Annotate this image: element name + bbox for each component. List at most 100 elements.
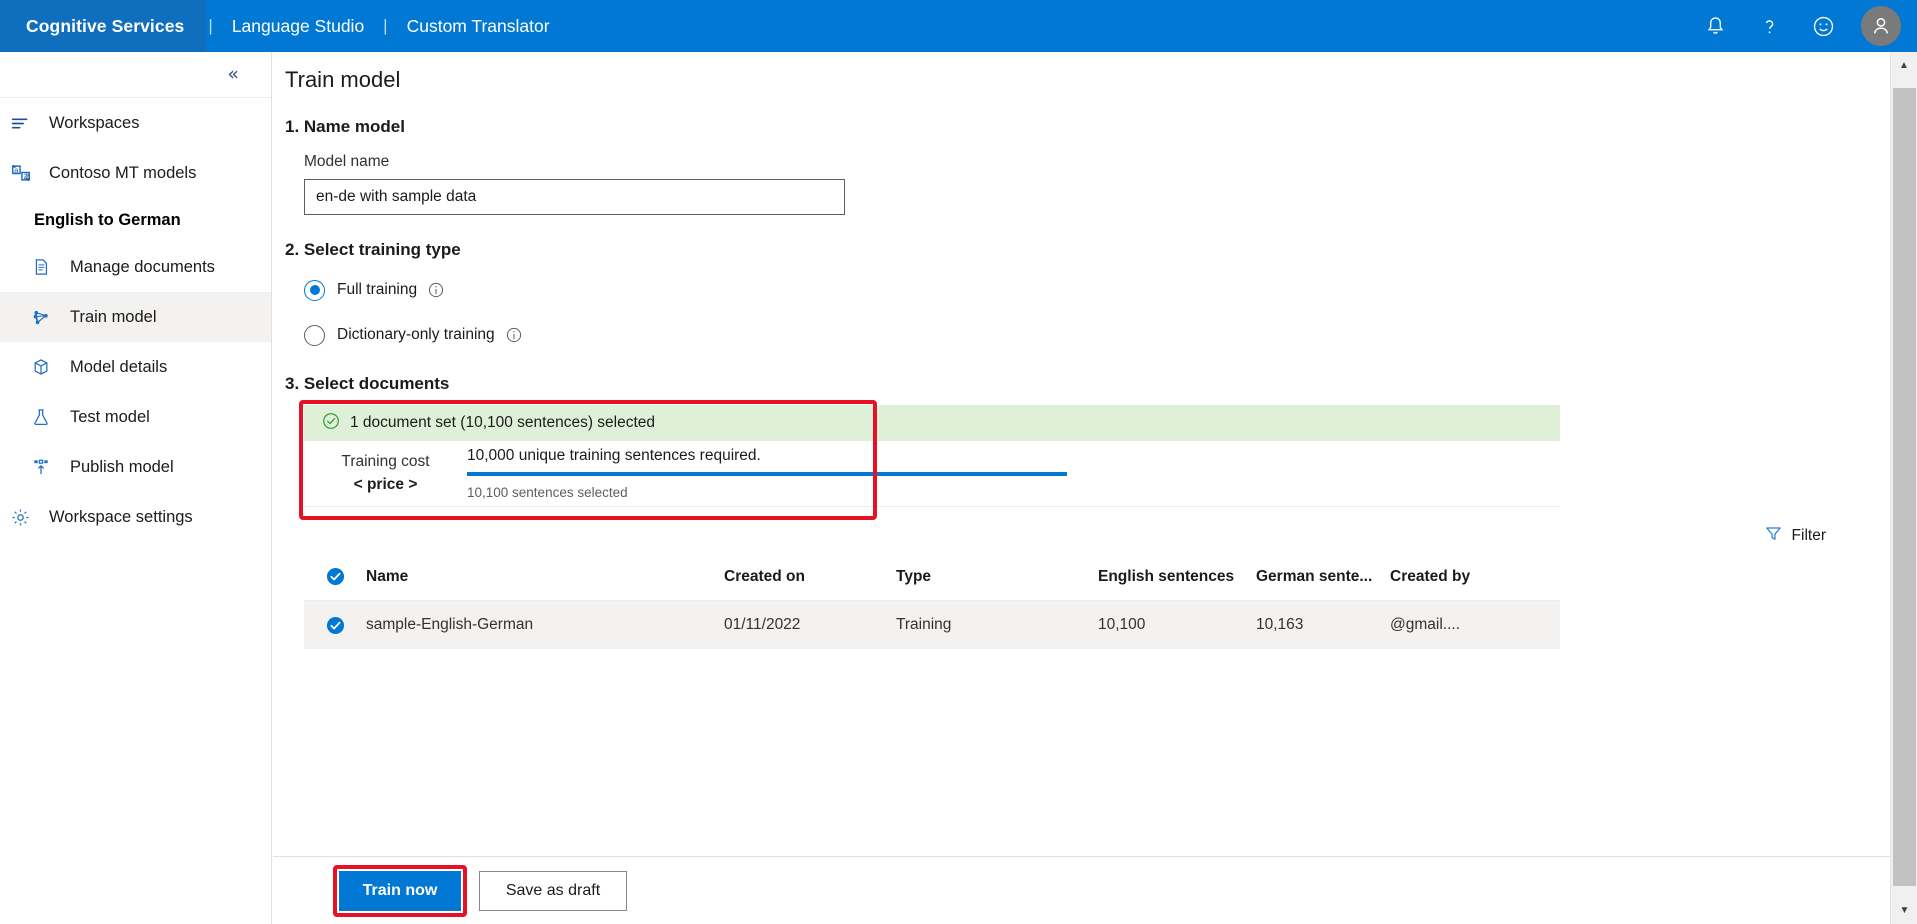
step-3-heading: 3. Select documents (285, 374, 450, 393)
model-name-input[interactable] (304, 179, 845, 215)
list-icon (10, 111, 40, 135)
training-cost-value: < price > (353, 476, 418, 493)
scroll-down-arrow[interactable]: ▼ (1891, 897, 1917, 924)
sidebar-item-workspaces[interactable]: Workspaces (0, 98, 271, 148)
sidebar-collapse-row: « (0, 52, 271, 98)
sidebar-item-label: Workspace settings (49, 507, 193, 526)
topnav-separator-2: | (383, 16, 388, 35)
step-2-training-type: 2. Select training type Full training Di… (273, 240, 1890, 348)
flask-icon (31, 405, 61, 429)
document-summary: 1 document set (10,100 sentences) select… (273, 400, 1890, 520)
step-1-name-model: 1. Name model Model name (273, 117, 1890, 215)
column-header-created-on[interactable]: Created on (724, 568, 896, 586)
sidebar-item-contoso-mt-models[interactable]: a あ Contoso MT models (0, 148, 271, 198)
sidebar-item-label: Manage documents (70, 257, 215, 276)
question-icon[interactable] (1743, 0, 1795, 52)
sidebar-item-label: Train model (70, 307, 157, 326)
sidebar-item-test-model[interactable]: Test model (0, 392, 271, 442)
train-model-icon (31, 305, 61, 329)
bell-icon[interactable] (1689, 0, 1741, 52)
brand-label: Cognitive Services (26, 15, 185, 36)
column-header-german-sentences[interactable]: German sente... (1256, 568, 1390, 586)
step-2-heading: 2. Select training type (285, 240, 461, 259)
info-icon[interactable] (428, 282, 444, 298)
cell-created-by: @gmail.... (1390, 616, 1460, 633)
sidebar-item-label: Test model (70, 407, 150, 426)
scroll-up-arrow[interactable]: ▲ (1891, 52, 1917, 79)
cell-name: sample-English-German (366, 616, 534, 633)
collapse-chevron-icon[interactable]: « (227, 65, 239, 84)
sidebar-item-workspace-settings[interactable]: Workspace settings (0, 492, 271, 542)
topbar-actions (1689, 0, 1917, 52)
radio-dot (309, 285, 320, 295)
documents-table: Name Created on Type English sentences G… (304, 553, 1560, 649)
save-as-draft-button[interactable]: Save as draft (479, 870, 627, 911)
sidebar-item-train-model[interactable]: Train model (0, 292, 271, 342)
step-3-select-documents: 3. Select documents 1 document set (10,1… (273, 374, 1890, 649)
row-checkbox[interactable] (304, 616, 366, 635)
column-header-name[interactable]: Name (366, 568, 724, 586)
sidebar-item-label: Contoso MT models (49, 163, 197, 182)
radio-dictionary-only-training[interactable]: Dictionary-only training (304, 322, 1890, 348)
training-cost-label: Training cost (341, 453, 430, 470)
smiley-icon[interactable] (1797, 0, 1849, 52)
gear-icon (10, 505, 40, 529)
topnav-link-language-studio[interactable]: Language Studio (215, 16, 381, 37)
topnav-link-custom-translator[interactable]: Custom Translator (390, 16, 567, 37)
sidebar-project-title-label: English to German (34, 210, 181, 229)
documents-icon (31, 255, 61, 279)
column-header-type[interactable]: Type (896, 568, 1098, 586)
vertical-scrollbar[interactable]: ▲ ▼ (1890, 52, 1917, 924)
radio-dictionary-only-control[interactable] (304, 324, 325, 346)
action-footer: Train now Save as draft (273, 856, 1890, 924)
column-header-english-sentences[interactable]: English sentences (1098, 568, 1256, 586)
filter-button[interactable]: Filter (1764, 524, 1826, 548)
selection-status-text: 1 document set (10,100 sentences) select… (350, 414, 656, 431)
select-all-checkbox[interactable] (304, 567, 366, 586)
publish-icon (31, 455, 61, 479)
selected-sentences-text: 10,100 sentences selected (467, 485, 628, 500)
top-navigation-bar: Cognitive Services | Language Studio | C… (0, 0, 1917, 52)
sidebar: « Workspaces a あ Contoso MT models Engli… (0, 52, 272, 924)
svg-text:あ: あ (23, 172, 30, 181)
scrollbar-thumb[interactable] (1893, 88, 1916, 886)
info-icon[interactable] (506, 327, 522, 343)
cell-english-sentences: 10,100 (1098, 616, 1146, 633)
progress-track (467, 472, 1067, 476)
table-header-row: Name Created on Type English sentences G… (304, 553, 1560, 601)
cell-german-sentences: 10,163 (1256, 616, 1304, 633)
radio-full-training-control[interactable] (304, 279, 325, 301)
radio-full-training-label: Full training (337, 281, 418, 298)
train-now-button[interactable]: Train now (339, 870, 461, 911)
main-content: Train model 1. Name model Model name 2. … (273, 52, 1890, 924)
training-cost-block: Training cost < price > (304, 453, 467, 494)
column-header-created-by[interactable]: Created by (1390, 568, 1540, 586)
table-row[interactable]: sample-English-German 01/11/2022 Trainin… (304, 601, 1560, 649)
sidebar-item-label: Publish model (70, 457, 174, 476)
sentence-progress-block: 10,000 unique training sentences require… (467, 447, 1077, 500)
translator-icon: a あ (10, 161, 40, 185)
sidebar-item-publish-model[interactable]: Publish model (0, 442, 271, 492)
box-icon (31, 355, 61, 379)
funnel-icon (1764, 524, 1783, 548)
page-title: Train model (285, 67, 401, 92)
sidebar-item-model-details[interactable]: Model details (0, 342, 271, 392)
step-1-heading: 1. Name model (285, 117, 405, 136)
brand-cognitive-services[interactable]: Cognitive Services (0, 0, 207, 52)
filter-row: Filter (273, 519, 1890, 553)
sidebar-project-title: English to German (0, 198, 271, 242)
training-cost-panel: Training cost < price > 10,000 unique tr… (304, 441, 1560, 507)
model-name-label: Model name (304, 153, 390, 170)
cell-type: Training (896, 616, 952, 633)
cell-created-on: 01/11/2022 (724, 616, 801, 633)
selection-status-banner: 1 document set (10,100 sentences) select… (304, 405, 1560, 441)
check-circle-icon (322, 412, 340, 435)
radio-full-training[interactable]: Full training (304, 277, 1890, 303)
filter-label: Filter (1791, 527, 1826, 544)
sidebar-item-manage-documents[interactable]: Manage documents (0, 242, 271, 292)
topnav-separator-1: | (208, 16, 213, 35)
sidebar-item-label: Model details (70, 357, 168, 376)
radio-dictionary-only-label: Dictionary-only training (337, 326, 495, 343)
progress-fill (467, 472, 1067, 476)
user-avatar[interactable] (1861, 6, 1901, 46)
